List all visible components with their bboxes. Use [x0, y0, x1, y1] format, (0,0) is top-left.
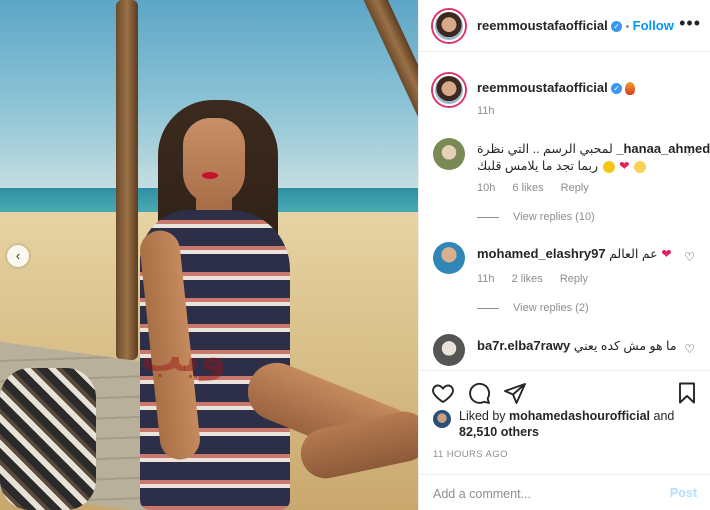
comment-row: لمحبي الرسم .. التي نظرة _hanaa_ahmed رب…: [419, 136, 710, 226]
comment-icon[interactable]: [467, 381, 491, 405]
more-dots-icon[interactable]: •••: [679, 14, 701, 32]
comment-time: 10h: [477, 182, 496, 194]
bookmark-icon[interactable]: [675, 381, 699, 405]
red-lips: [202, 172, 218, 179]
reply-button[interactable]: Reply: [560, 273, 588, 285]
verified-badge-icon: ✓: [611, 21, 623, 33]
replies-divider: [477, 216, 499, 218]
verified-badge-icon: ✓: [611, 83, 623, 95]
comment-username[interactable]: ba7r.elba7rawy: [477, 338, 570, 353]
commenter-avatar[interactable]: [433, 242, 465, 274]
comment-row: mohamed_elashry97 عم العالم ❤ ♡ 11h 2 li…: [419, 242, 710, 317]
star-eyes-emoji-icon: [602, 160, 615, 173]
comment-meta: 10h 6 likes Reply: [477, 182, 603, 194]
prev-photo-button[interactable]: ‹: [7, 245, 29, 267]
comment-text-line1: لمحبي الرسم .. التي نظرة: [477, 142, 613, 156]
comment-username[interactable]: mohamed_elashry97: [477, 246, 606, 261]
commenter-avatar[interactable]: [433, 334, 465, 366]
red-heart-emoji-icon: ❤: [661, 247, 672, 261]
header-separator: •: [625, 21, 630, 33]
wooden-pole-left: [116, 0, 138, 360]
paper-plane-icon[interactable]: [503, 381, 527, 405]
caption-username[interactable]: reemmoustafaofficial: [477, 80, 608, 95]
red-heart-emoji-icon: ❤: [619, 159, 630, 173]
patterned-pillow: [0, 368, 96, 510]
comment-like-heart-icon[interactable]: ♡: [684, 342, 695, 356]
reply-button[interactable]: Reply: [561, 182, 589, 194]
comment-like-heart-icon[interactable]: ♡: [684, 250, 695, 264]
comment-meta: 11h 2 likes Reply: [477, 273, 602, 285]
caption-avatar[interactable]: [433, 74, 465, 106]
view-replies-button[interactable]: View replies (2): [477, 302, 589, 314]
header-user-row: reemmoustafaofficial ✓ • Follow: [477, 18, 674, 33]
add-comment-bar: Post: [419, 474, 710, 510]
view-replies-label: View replies (2): [513, 302, 589, 314]
comment-text-line2: ربما تجد ما يلامس قلبك: [477, 159, 599, 173]
caption-time: 11h: [477, 105, 495, 117]
add-comment-input[interactable]: [433, 484, 653, 504]
likes-prefix: Liked by: [459, 409, 510, 423]
comment-likes[interactable]: 2 likes: [512, 273, 543, 285]
view-replies-button[interactable]: View replies (10): [477, 211, 595, 223]
comment-username[interactable]: _hanaa_ahmed: [616, 141, 710, 156]
fire-emoji-icon: [625, 82, 636, 96]
post-timestamp[interactable]: 11 HOURS AGO: [433, 449, 508, 460]
likes-summary: Liked by mohamedashourofficial and 82,51…: [459, 408, 674, 440]
liker-username[interactable]: mohamedashourofficial: [509, 409, 650, 423]
comment-likes[interactable]: 6 likes: [512, 182, 543, 194]
comment-text: ما هو مش كده يعني: [573, 339, 677, 353]
comment-like-heart-icon[interactable]: ♡: [684, 145, 695, 159]
comment-row: ba7r.elba7rawy ما هو مش كده يعني ♡: [419, 334, 710, 370]
watermark-logo: ويب: [140, 332, 227, 381]
likes-count[interactable]: 82,510 others: [459, 425, 539, 439]
post-panel: reemmoustafaofficial ✓ • Follow ••• reem…: [418, 0, 710, 510]
liker-avatar[interactable]: [433, 410, 451, 428]
heart-outline-icon[interactable]: [431, 381, 455, 405]
author-avatar[interactable]: [433, 10, 465, 42]
replies-divider: [477, 307, 499, 309]
comment-text: عم العالم: [609, 247, 658, 261]
post-comment-button[interactable]: Post: [670, 486, 697, 500]
view-replies-label: View replies (10): [513, 211, 595, 223]
follow-button[interactable]: Follow: [633, 18, 674, 33]
header-username[interactable]: reemmoustafaofficial: [477, 18, 608, 33]
woman-face: [183, 118, 245, 204]
likes-and: and: [650, 409, 675, 423]
caption-row: reemmoustafaofficial ✓ 11h: [419, 74, 710, 124]
comments-section: reemmoustafaofficial ✓ 11h لمحبي الرسم .…: [419, 52, 710, 370]
post-header: reemmoustafaofficial ✓ • Follow •••: [419, 0, 710, 52]
commenter-avatar[interactable]: [433, 138, 465, 170]
zany-face-emoji-icon: [633, 160, 646, 173]
comment-time: 11h: [477, 273, 495, 285]
post-photo[interactable]: ويب ‹: [0, 0, 418, 510]
